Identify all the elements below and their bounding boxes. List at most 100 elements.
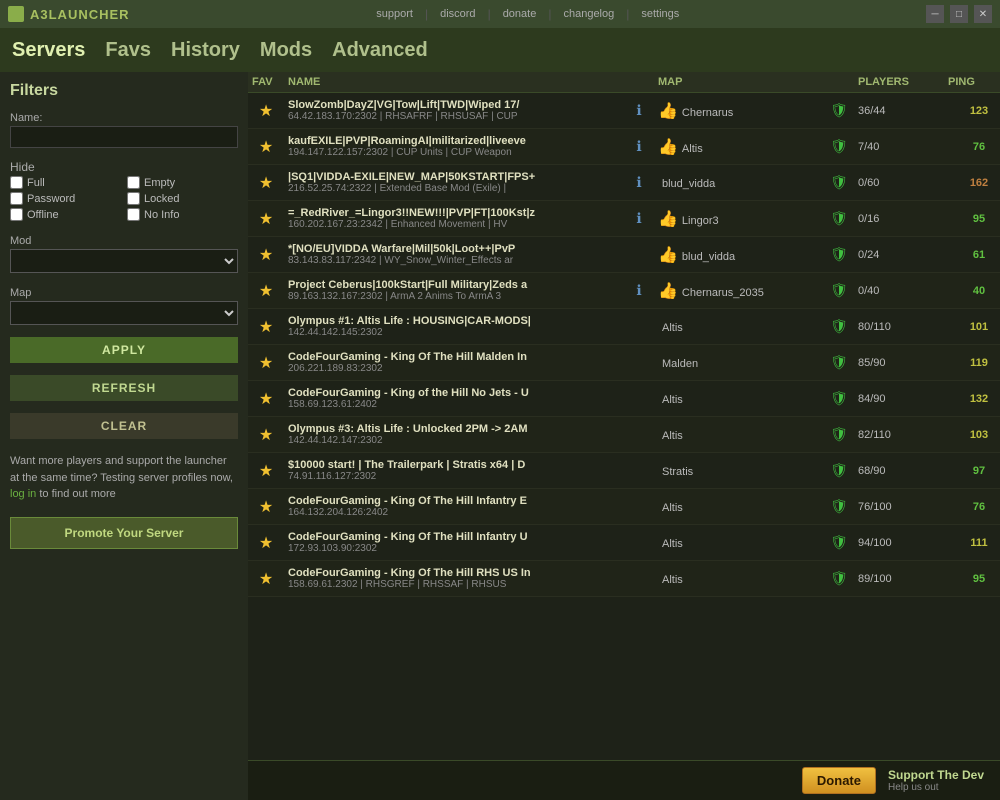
donate-button[interactable]: Donate (802, 767, 876, 794)
minimize-button[interactable]: ─ (926, 5, 944, 23)
players-count: 89/100 (854, 571, 944, 587)
promo-link[interactable]: log in (10, 488, 36, 500)
nav-advanced[interactable]: Advanced (332, 39, 428, 62)
col-map[interactable]: MAP (654, 76, 824, 88)
fav-star[interactable]: ★ (248, 459, 284, 483)
thumb-icon[interactable]: 👍 (658, 103, 678, 120)
fav-star[interactable]: ★ (248, 315, 284, 339)
clear-button[interactable]: CLEAR (10, 413, 238, 439)
server-name: $10000 start! | The Trailerpark | Strati… (288, 459, 620, 471)
table-row[interactable]: ★CodeFourGaming - King Of The Hill Infan… (248, 525, 1000, 561)
server-ip: 164.132.204.126:2402 (288, 507, 620, 518)
server-ip: 172.93.103.90:2302 (288, 543, 620, 554)
server-name-cell: CodeFourGaming - King Of The Hill Infant… (284, 529, 624, 556)
fav-star[interactable]: ★ (248, 351, 284, 375)
ping-value: 119 (944, 355, 1000, 371)
map-name: blud_vidda (662, 178, 715, 190)
promote-server-button[interactable]: Promote Your Server (10, 517, 238, 549)
checkbox-locked[interactable]: Locked (127, 192, 238, 205)
shield-icon: 🛡 (824, 388, 854, 409)
fav-star[interactable]: ★ (248, 531, 284, 555)
ping-value: 76 (944, 499, 1000, 515)
ping-value: 95 (944, 571, 1000, 587)
checkbox-password[interactable]: Password (10, 192, 121, 205)
table-row[interactable]: ★ $10000 start! | The Trailerpark | Strat… (248, 453, 1000, 489)
col-players[interactable]: PLAYERS (854, 76, 944, 88)
info-icon[interactable]: ℹ (624, 280, 654, 301)
map-cell: 👍Chernarus (654, 99, 824, 123)
ping-value: 162 (944, 175, 1000, 191)
ping-value: 132 (944, 391, 1000, 407)
nav-changelog[interactable]: changelog (563, 8, 614, 20)
fav-star[interactable]: ★ (248, 135, 284, 159)
nav-favs[interactable]: Favs (105, 39, 151, 62)
fav-star[interactable]: ★ (248, 495, 284, 519)
table-row[interactable]: ★kaufEXILE|PVP|RoamingAI|militarized|liv… (248, 129, 1000, 165)
fav-star[interactable]: ★ (248, 207, 284, 231)
fav-star[interactable]: ★ (248, 423, 284, 447)
checkbox-empty[interactable]: Empty (127, 176, 238, 189)
nav-settings[interactable]: settings (641, 8, 679, 20)
table-row[interactable]: ★ CodeFourGaming - King Of The Hill Malde… (248, 345, 1000, 381)
nav-donate[interactable]: donate (503, 8, 537, 20)
map-filter-group: Map (10, 281, 238, 325)
map-name: Altis (682, 143, 703, 155)
nav-support[interactable]: support (376, 8, 413, 20)
fav-star[interactable]: ★ (248, 243, 284, 267)
thumb-icon[interactable]: 👍 (658, 211, 678, 228)
checkbox-noinfo[interactable]: No Info (127, 208, 238, 221)
close-button[interactable]: ✕ (974, 5, 992, 23)
fav-star[interactable]: ★ (248, 279, 284, 303)
map-cell: Altis (654, 388, 824, 410)
ping-value: 103 (944, 427, 1000, 443)
maximize-button[interactable]: □ (950, 5, 968, 23)
hide-label: Hide (10, 160, 238, 174)
apply-button[interactable]: APPLY (10, 337, 238, 363)
nav-discord[interactable]: discord (440, 8, 475, 20)
table-row[interactable]: ★CodeFourGaming - King Of The Hill Infan… (248, 489, 1000, 525)
info-icon[interactable]: ℹ (624, 172, 654, 193)
table-row[interactable]: ★Olympus #3: Altis Life : Unlocked 2PM -… (248, 417, 1000, 453)
table-row[interactable]: ★Project Ceberus|100kStart|Full Military… (248, 273, 1000, 309)
checkbox-offline[interactable]: Offline (10, 208, 121, 221)
server-name: CodeFourGaming - King Of The Hill Malden… (288, 351, 620, 363)
table-row[interactable]: ★*[NO/EU]VIDDA Warfare|Mil|50k|Loot++|Pv… (248, 237, 1000, 273)
table-row[interactable]: ★|SQ1|VIDDA-EXILE|NEW_MAP|50KSTART|FPS+2… (248, 165, 1000, 201)
hide-checkboxes: Full Empty Password Locked Offline No In… (10, 176, 238, 221)
info-icon[interactable]: ℹ (624, 100, 654, 121)
map-filter-select[interactable] (10, 301, 238, 325)
server-name: Olympus #1: Altis Life : HOUSING|CAR-MOD… (288, 315, 620, 327)
info-icon[interactable]: ℹ (624, 208, 654, 229)
nav-servers[interactable]: Servers (12, 39, 85, 62)
col-fav: FAV (248, 76, 284, 88)
fav-star[interactable]: ★ (248, 387, 284, 411)
ping-value: 40 (944, 283, 1000, 299)
name-filter-input[interactable] (10, 126, 238, 148)
table-row[interactable]: ★CodeFourGaming - King of the Hill No Je… (248, 381, 1000, 417)
col-name[interactable]: NAME (284, 76, 624, 88)
map-cell: Altis (654, 568, 824, 590)
fav-star[interactable]: ★ (248, 567, 284, 591)
map-cell: Altis (654, 316, 824, 338)
thumb-icon[interactable]: 👍 (658, 283, 678, 300)
server-ip: 194.147.122.157:2302 | CUP Units | CUP W… (288, 147, 620, 158)
info-icon[interactable]: ℹ (624, 136, 654, 157)
mod-filter-select[interactable] (10, 249, 238, 273)
table-row[interactable]: ★ Olympus #1: Altis Life : HOUSING|CAR-MO… (248, 309, 1000, 345)
col-ping[interactable]: PING (944, 76, 1000, 88)
support-text: Support The Dev Help us out (888, 768, 984, 793)
shield-icon: 🛡 (824, 208, 854, 229)
table-row[interactable]: ★SlowZomb|DayZ|VG|Tow|Lift|TWD|Wiped 17/… (248, 93, 1000, 129)
thumb-icon[interactable]: 👍 (658, 139, 678, 156)
server-name-cell: CodeFourGaming - King of the Hill No Jet… (284, 385, 624, 412)
nav-history[interactable]: History (171, 39, 240, 62)
thumb-icon[interactable]: 👍 (658, 247, 678, 264)
fav-star[interactable]: ★ (248, 171, 284, 195)
promo-text: Want more players and support the launch… (10, 453, 238, 503)
refresh-button[interactable]: REFRESH (10, 375, 238, 401)
table-row[interactable]: ★CodeFourGaming - King Of The Hill RHS U… (248, 561, 1000, 597)
nav-mods[interactable]: Mods (260, 39, 312, 62)
fav-star[interactable]: ★ (248, 99, 284, 123)
table-row[interactable]: ★=_RedRiver_=Lingor3!!NEW!!!|PVP|FT|100K… (248, 201, 1000, 237)
checkbox-full[interactable]: Full (10, 176, 121, 189)
